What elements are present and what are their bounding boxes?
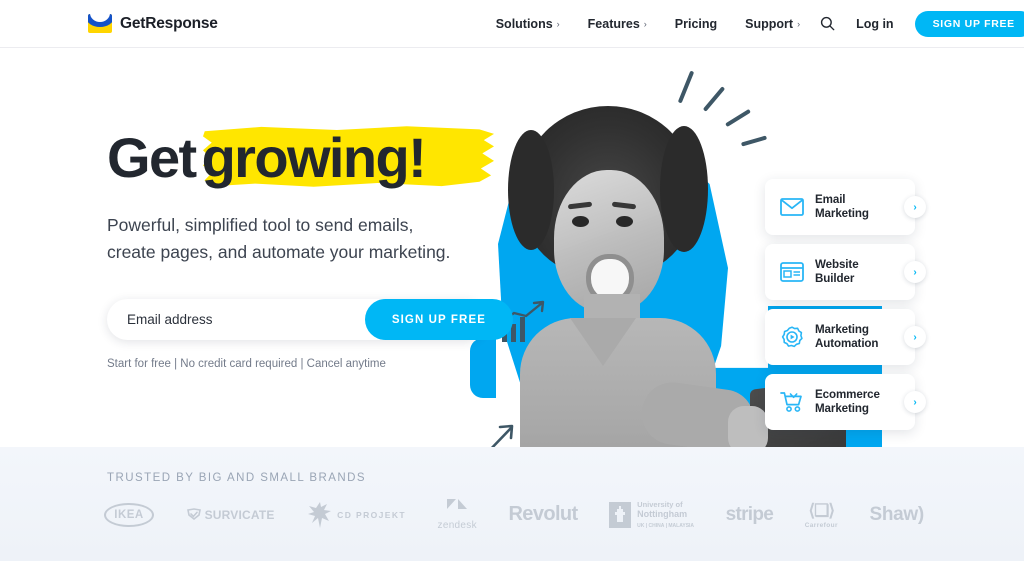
hero-subheading: Powerful, simplified tool to send emails… xyxy=(107,212,527,266)
brand-logo-ikea: IKEA xyxy=(104,502,154,527)
carrefour-mark-icon: ⟨❑⟩ xyxy=(808,500,835,520)
nottingham-line-2: Nottingham xyxy=(637,508,688,519)
brand-logo-carrefour: ⟨❑⟩ Carrefour xyxy=(805,501,838,529)
search-icon[interactable] xyxy=(814,11,840,37)
signup-disclaimer: Start for free | No credit card required… xyxy=(107,358,386,371)
feature-card-label: Email Marketing xyxy=(815,193,869,221)
chevron-right-icon[interactable]: › xyxy=(904,196,926,218)
card-line-2: Marketing xyxy=(815,402,869,415)
nav-item-features[interactable]: Features › xyxy=(574,17,661,31)
shaw-wordmark: Shaw) xyxy=(869,503,924,525)
feature-card-email-marketing[interactable]: Email Marketing › xyxy=(765,179,926,235)
feature-card-label: Marketing Automation xyxy=(815,322,879,351)
nottingham-line-1: University of xyxy=(637,499,683,509)
feature-card-ecommerce-marketing[interactable]: Ecommerce Marketing › xyxy=(765,374,926,430)
subhead-line-2: create pages, and automate your marketin… xyxy=(107,242,451,263)
login-link[interactable]: Log in xyxy=(856,17,894,31)
nav-label-pricing: Pricing xyxy=(674,16,718,31)
card-line-1: Ecommerce xyxy=(815,387,880,401)
signup-form: SIGN UP FREE xyxy=(107,299,513,341)
brand-logo-zendesk: zendesk xyxy=(438,498,477,531)
nottingham-wordmark: University of Nottingham UK | CHINA | MA… xyxy=(637,500,694,530)
card-line-1: Email xyxy=(815,192,846,206)
main-nav: Solutions › Features › Pricing Support › xyxy=(482,17,814,31)
zendesk-wordmark: zendesk xyxy=(437,520,477,531)
hero-signup-free-button[interactable]: SIGN UP FREE xyxy=(364,299,513,341)
brand-logo-stripe: stripe xyxy=(726,504,774,526)
card-line-1: Marketing xyxy=(815,322,869,336)
nav-label-features: Features xyxy=(587,16,640,31)
cd-projekt-wordmark: CD PROJEKT xyxy=(337,509,406,520)
logo[interactable]: GetResponse xyxy=(88,14,218,33)
chevron-right-icon: › xyxy=(556,18,560,29)
card-line-1: Website xyxy=(815,257,859,271)
card-line-2: Marketing xyxy=(815,207,869,220)
nav-item-solutions[interactable]: Solutions › xyxy=(482,17,574,31)
trusted-brands-section: TRUSTED BY BIG AND SMALL BRANDS IKEA SUR… xyxy=(0,447,1024,561)
shopping-cart-icon xyxy=(779,389,805,415)
hero-section: Get growing! Powerful, simplified tool to… xyxy=(0,48,1024,488)
headline-part-2: growing! xyxy=(201,126,427,189)
revolut-wordmark: Revolut xyxy=(508,503,578,525)
card-line-2: Builder xyxy=(815,272,855,285)
landing-page: GetResponse Solutions › Features › Prici… xyxy=(0,0,1024,561)
logo-text: GetResponse xyxy=(120,14,218,32)
feature-card-label: Ecommerce Marketing xyxy=(815,388,880,416)
nav-label-solutions: Solutions xyxy=(495,16,553,31)
brand-logo-cd-projekt: CD PROJEKT xyxy=(306,501,406,529)
brand-logo-shaw: Shaw) xyxy=(869,503,924,526)
cd-projekt-bird-icon xyxy=(308,501,332,528)
signup-free-button[interactable]: SIGN UP FREE xyxy=(914,10,1024,37)
nottingham-line-3: UK | CHINA | MALAYSIA xyxy=(637,523,695,530)
headline-part-1: Get xyxy=(107,126,197,189)
brand-logo-survicate: SURVICATE xyxy=(186,508,275,522)
chevron-right-icon: › xyxy=(797,18,801,29)
browser-window-icon xyxy=(779,259,805,285)
feature-cards: Email Marketing › Website Builder › Mark… xyxy=(765,179,926,439)
hero-copy: Get growing! Powerful, simplified tool to… xyxy=(107,126,527,371)
survicate-mark-icon xyxy=(186,507,201,520)
feature-card-website-builder[interactable]: Website Builder › xyxy=(765,244,926,300)
brands-title: TRUSTED BY BIG AND SMALL BRANDS xyxy=(107,472,367,484)
chevron-right-icon[interactable]: › xyxy=(904,261,926,283)
page-title: Get growing! xyxy=(107,126,527,187)
nav-item-pricing[interactable]: Pricing xyxy=(661,17,731,31)
chevron-right-icon[interactable]: › xyxy=(904,326,926,348)
ikea-wordmark: IKEA xyxy=(104,502,154,527)
nav-label-support: Support xyxy=(745,16,794,31)
brand-logo-row: IKEA SURVICATE CD PROJEKT zendesk Revolu… xyxy=(104,498,924,531)
subhead-line-1: Powerful, simplified tool to send emails… xyxy=(107,215,414,235)
person-photo xyxy=(492,106,846,488)
card-line-2: Automation xyxy=(815,337,879,350)
header-actions: Log in SIGN UP FREE xyxy=(814,10,1024,37)
nottingham-crest-icon xyxy=(609,501,632,528)
carrefour-wordmark: Carrefour xyxy=(804,521,838,529)
envelope-icon xyxy=(779,194,805,220)
gear-play-icon xyxy=(779,324,805,350)
feature-card-label: Website Builder xyxy=(815,258,859,286)
face xyxy=(554,170,664,312)
survicate-wordmark: SURVICATE xyxy=(204,507,275,522)
site-header: GetResponse Solutions › Features › Prici… xyxy=(0,0,1024,48)
getresponse-envelope-logo-icon xyxy=(88,14,112,33)
brand-logo-revolut: Revolut xyxy=(508,503,578,526)
feature-card-marketing-automation[interactable]: Marketing Automation › xyxy=(765,309,926,365)
stripe-wordmark: stripe xyxy=(725,503,774,525)
nav-item-support[interactable]: Support › xyxy=(731,17,814,31)
chevron-right-icon: › xyxy=(643,18,647,29)
chevron-right-icon[interactable]: › xyxy=(904,391,926,413)
zendesk-mark-icon xyxy=(447,499,468,509)
brand-logo-nottingham: University of Nottingham UK | CHINA | MA… xyxy=(609,500,694,530)
